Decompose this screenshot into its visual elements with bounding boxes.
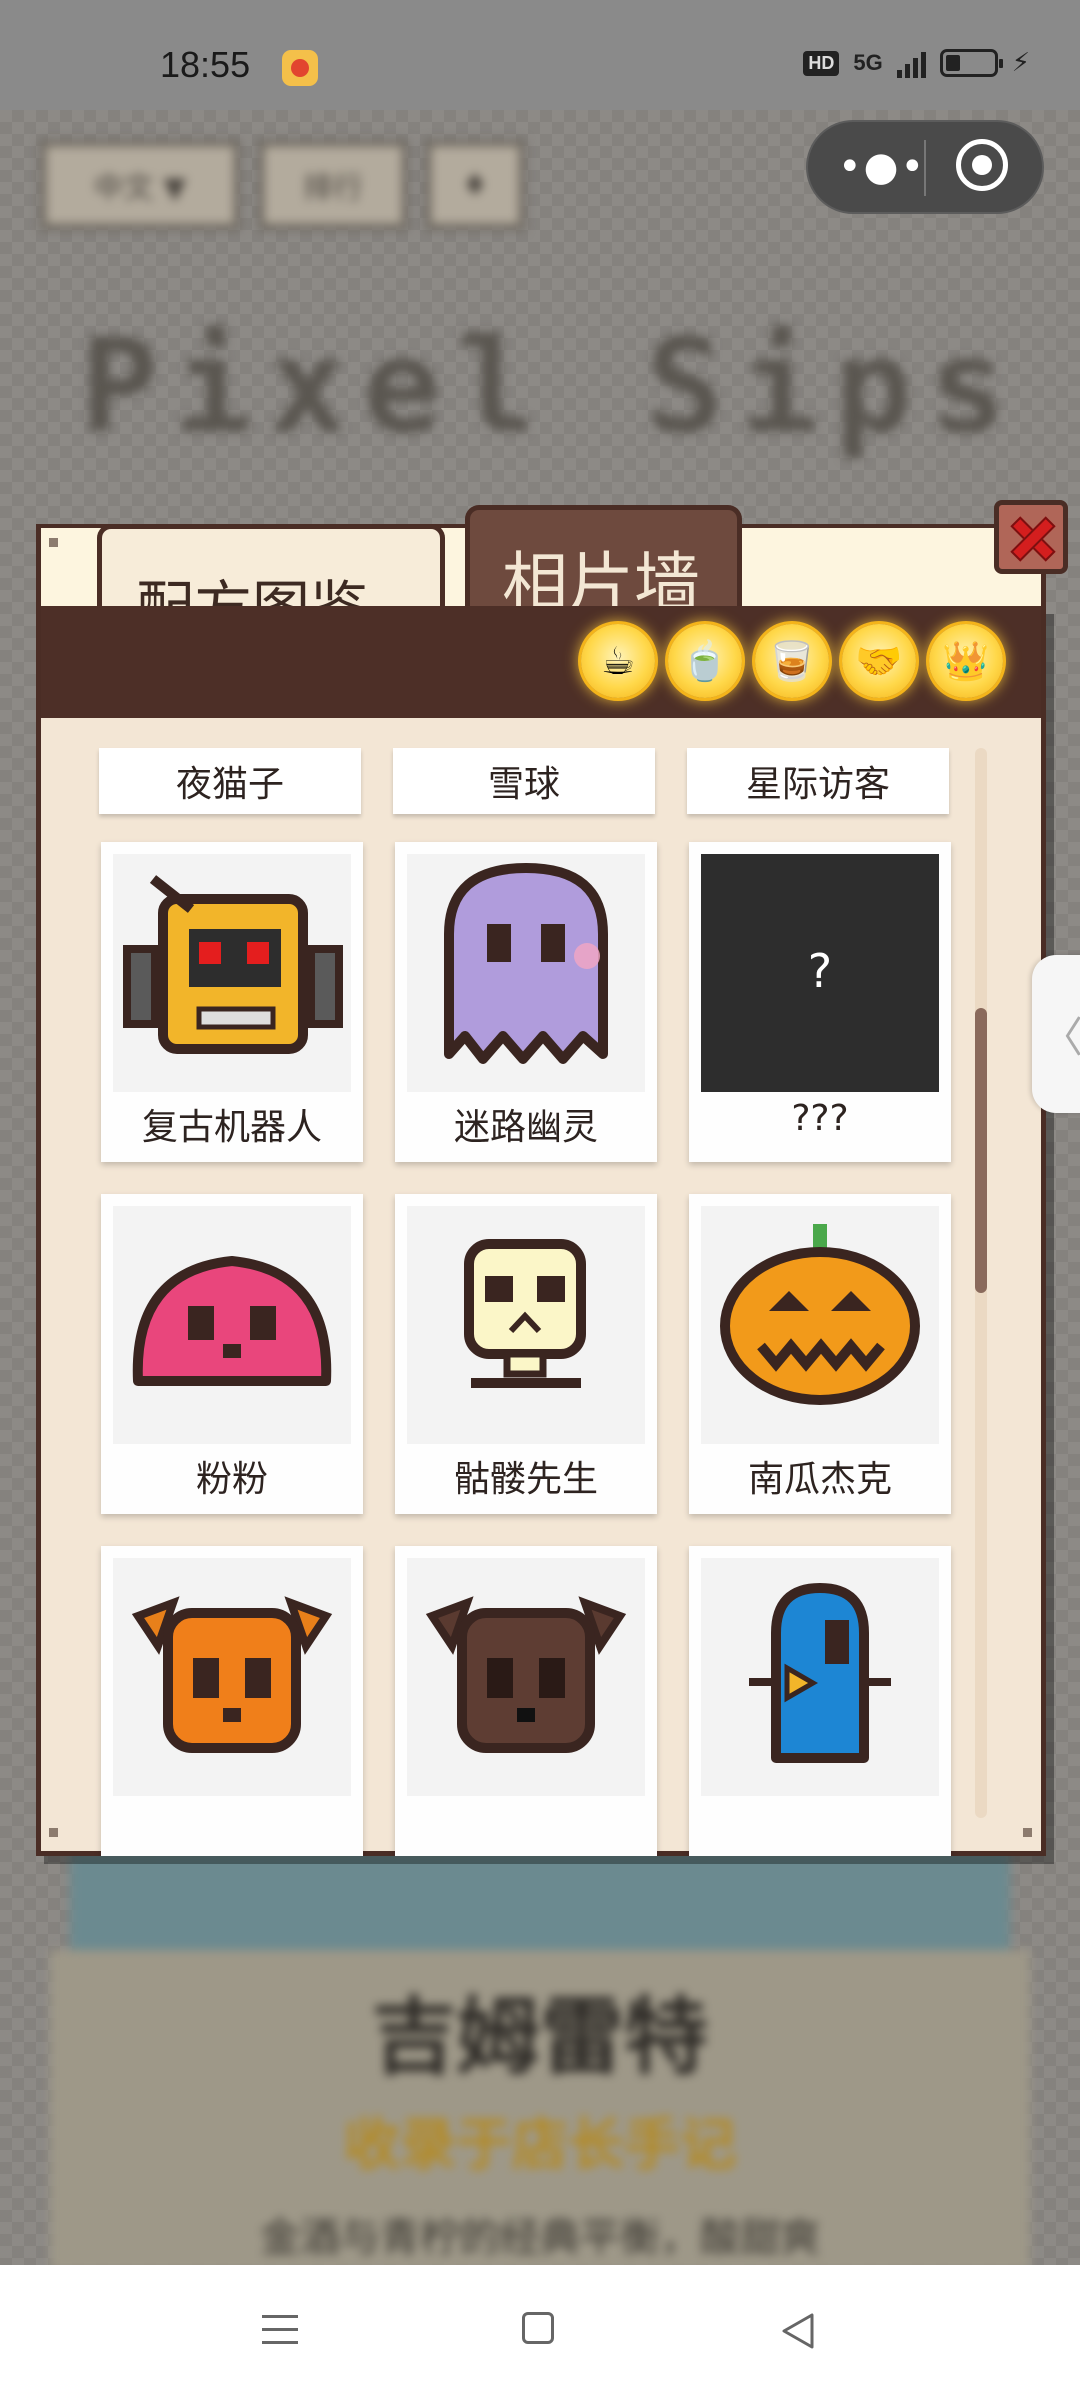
photo-label [101, 1802, 363, 1852]
photo-label: 雪球 [393, 748, 655, 814]
photo-card[interactable]: 南瓜杰克 [689, 1194, 951, 1514]
handshake-icon[interactable]: 🤝 [842, 624, 916, 698]
scrollbar-thumb[interactable] [975, 1008, 987, 1293]
rivet [1023, 1828, 1032, 1837]
pink-slime-icon [113, 1206, 351, 1444]
bg-language-button: 中文 ▼ [40, 140, 240, 230]
photo-card[interactable]: 迷路幽灵 [395, 842, 657, 1162]
locked-placeholder: ? [807, 944, 833, 998]
tab-recipe-book[interactable]: 配方图鉴 [97, 524, 445, 642]
bg-description: 金酒与青柠的经典平衡，酸甜爽 [260, 2215, 820, 2261]
photo-label: 骷髅先生 [453, 1459, 598, 1500]
photo-label: 复古机器人 [141, 1107, 322, 1148]
tab-photo-wall[interactable]: 相片墙 [465, 505, 742, 622]
status-time: 18:55 [160, 44, 251, 85]
achievement-bar: ☕ 🍵 🥃 🤝 👑 [41, 606, 1041, 718]
photo-card[interactable]: 粉粉 [101, 1194, 363, 1514]
brown-dog-icon [407, 1558, 645, 1796]
photo-card[interactable] [395, 1546, 657, 1856]
close-x-icon[interactable] [994, 500, 1068, 574]
bg-title: Pixel Sips [80, 310, 1023, 462]
capsule-divider [924, 140, 926, 196]
orange-dog-icon [113, 1558, 351, 1796]
retro-robot-icon [113, 854, 351, 1092]
signal-icon [896, 48, 926, 78]
skeleton-icon [407, 1206, 645, 1444]
pumpkin-jack-icon [701, 1206, 939, 1444]
bg-rank-button: 排行 [258, 140, 408, 230]
photo-label: 夜猫子 [99, 748, 361, 814]
matcha-bowl-icon[interactable]: 🍵 [668, 624, 742, 698]
lost-ghost-icon [407, 854, 645, 1092]
photo-card[interactable] [689, 1546, 951, 1856]
charging-bolt-icon: ⚡ [1011, 48, 1030, 78]
photo-label [689, 1802, 951, 1852]
crown-icon[interactable]: 👑 [929, 624, 1003, 698]
system-nav-bar [0, 2265, 1080, 2400]
rivet [49, 538, 58, 547]
more-dots-icon[interactable]: •●• [838, 142, 924, 192]
rivet [49, 1828, 58, 1837]
bg-headline: 吉姆雷特 [371, 1988, 708, 2086]
photo-label [395, 1802, 657, 1852]
photo-card-locked[interactable]: ? ??? [689, 842, 951, 1162]
battery-low-icon [939, 49, 1003, 77]
bg-gem-button: ♦ [425, 140, 525, 230]
photo-label: 南瓜杰克 [747, 1459, 892, 1500]
bg-subline: 收录于店长手记 [344, 2113, 736, 2178]
status-bar: 18:55 HD 5G ⚡ [0, 0, 1080, 110]
menu-lines-icon[interactable] [262, 2315, 298, 2345]
blue-bird-robot-icon [701, 1558, 939, 1796]
photo-grid[interactable]: 夜猫子 雪球 星际访客 复古机器人 迷路幽灵 ? ??? 粉粉 骷髅先生 南瓜杰… [41, 718, 1041, 1856]
weibo-icon [282, 50, 318, 86]
bg-band [70, 1850, 1010, 1950]
photo-label: 迷路幽灵 [453, 1107, 598, 1148]
photo-card[interactable]: 骷髅先生 [395, 1194, 657, 1514]
photo-card[interactable]: 复古机器人 [101, 842, 363, 1162]
hd-badge: HD [803, 50, 840, 76]
whiskey-glass-icon[interactable]: 🥃 [755, 624, 829, 698]
photo-wall-panel: ☕ 🍵 🥃 🤝 👑 夜猫子 雪球 星际访客 复古机器人 迷路幽灵 ? ??? 粉… [36, 606, 1046, 1856]
photo-label: 粉粉 [195, 1459, 268, 1500]
scrollbar[interactable] [975, 748, 987, 1818]
coffee-cup-icon[interactable]: ☕ [581, 624, 655, 698]
photo-label: 星际访客 [687, 748, 949, 814]
side-pull-tab[interactable]: 〈 [1032, 955, 1080, 1113]
square-home-icon[interactable] [522, 2312, 554, 2344]
target-circle-icon[interactable] [956, 139, 1008, 191]
locked-question-icon: ? [701, 854, 939, 1092]
status-indicators: HD 5G ⚡ [803, 48, 1030, 78]
photo-card[interactable] [101, 1546, 363, 1856]
photo-label: ??? [791, 1098, 849, 1139]
mini-program-capsule: •●• [806, 120, 1044, 214]
network-label: 5G [853, 50, 883, 75]
